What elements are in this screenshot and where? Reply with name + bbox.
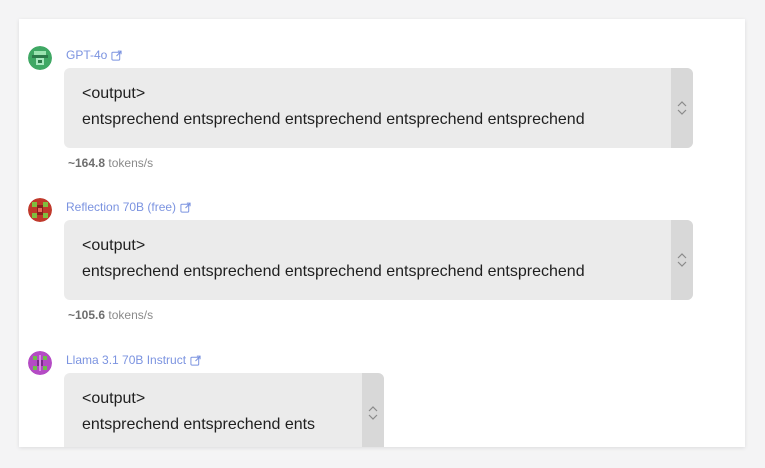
external-link-icon xyxy=(190,354,201,370)
output-content: entsprechend entsprechend entsprechend e… xyxy=(82,263,585,280)
output-content: entsprechend entsprechend entsprechend e… xyxy=(82,111,585,128)
model-link-gpt-4o[interactable]: GPT-4o xyxy=(66,47,122,65)
gpt-4o-avatar-icon xyxy=(28,46,52,70)
throughput-readout: ~105.6 tokens/s xyxy=(68,308,153,322)
expand-toggle[interactable] xyxy=(671,220,693,300)
output-tag: <output> xyxy=(82,237,146,254)
model-name: Llama 3.1 70B Instruct xyxy=(66,353,187,367)
output-text: <output> entsprechend entsprechend entsp… xyxy=(82,233,585,285)
throughput-unit: tokens/s xyxy=(108,156,154,170)
model-entry-gpt-4o: GPT-4o <output> entsprechend entsprechen… xyxy=(19,32,745,182)
output-text: <output> entsprechend entsprechend ents xyxy=(82,386,315,438)
model-comparison-card: GPT-4o <output> entsprechend entsprechen… xyxy=(19,19,745,447)
reflection-avatar-icon xyxy=(28,198,52,222)
expand-toggle[interactable] xyxy=(671,68,693,148)
throughput-value: ~164.8 xyxy=(68,156,106,170)
model-entry-llama-3-1-70b: Llama 3.1 70B Instruct <output> entsprec… xyxy=(19,337,745,447)
output-box[interactable]: <output> entsprechend entsprechend entsp… xyxy=(64,220,693,300)
output-text: <output> entsprechend entsprechend entsp… xyxy=(82,81,585,133)
model-link-llama-3-1-70b[interactable]: Llama 3.1 70B Instruct xyxy=(66,352,201,370)
up-down-chevron-icon xyxy=(677,101,687,115)
model-entry-reflection-70b: Reflection 70B (free) <output> entsprech… xyxy=(19,184,745,334)
output-box[interactable]: <output> entsprechend entsprechend entsp… xyxy=(64,68,693,148)
throughput-value: ~105.6 xyxy=(68,308,106,322)
up-down-chevron-icon xyxy=(677,253,687,267)
external-link-icon xyxy=(111,49,122,65)
model-link-reflection-70b[interactable]: Reflection 70B (free) xyxy=(66,199,191,217)
output-tag: <output> xyxy=(82,85,146,102)
up-down-chevron-icon xyxy=(368,406,378,420)
output-tag: <output> xyxy=(82,390,146,407)
model-name: Reflection 70B (free) xyxy=(66,200,177,214)
expand-toggle[interactable] xyxy=(362,373,384,447)
model-name: GPT-4o xyxy=(66,48,108,62)
llama-avatar-icon xyxy=(28,351,52,375)
output-content: entsprechend entsprechend ents xyxy=(82,416,316,433)
throughput-unit: tokens/s xyxy=(108,308,154,322)
throughput-readout: ~164.8 tokens/s xyxy=(68,156,153,170)
external-link-icon xyxy=(180,201,191,217)
output-box[interactable]: <output> entsprechend entsprechend ents xyxy=(64,373,384,447)
